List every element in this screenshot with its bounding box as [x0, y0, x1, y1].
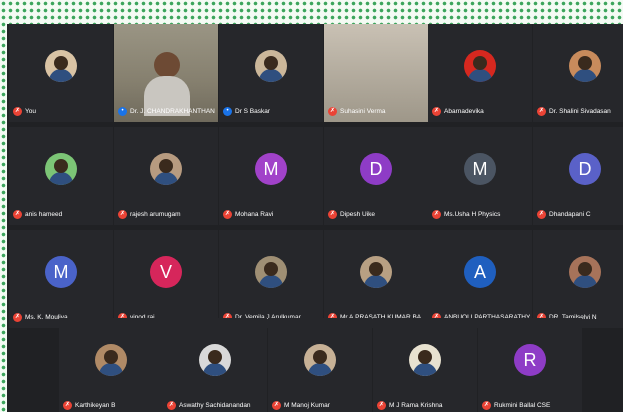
- participant-name: Dr. J. CHANDRAKHANTHAN S...: [130, 108, 216, 115]
- mic-off-icon: ✗: [432, 107, 441, 116]
- avatar-photo: [569, 50, 601, 82]
- participant-label: ✗ rajesh arumugam: [118, 210, 216, 219]
- participant-tile[interactable]: ✗ Suhasini Verma: [324, 24, 428, 122]
- avatar-initial: M: [45, 256, 77, 288]
- avatar-photo: [464, 50, 496, 82]
- participant-label: ✗ Mohana Ravi: [223, 210, 321, 219]
- participant-name: Aswathy Sachidanandan: [179, 402, 251, 409]
- mic-off-icon: ✗: [537, 210, 546, 219]
- participant-name: Dr. Shalini Sivadasan: [549, 108, 611, 115]
- mic-off-icon: ✗: [482, 401, 491, 410]
- participant-label: ✗ Ms.Usha H Physics: [432, 210, 530, 219]
- participant-name: Abarnadevika: [444, 108, 484, 115]
- participant-name: M J Rama Krishna: [389, 402, 443, 409]
- avatar-photo: [150, 153, 182, 185]
- avatar-photo: [304, 344, 336, 376]
- mic-off-icon: ✗: [13, 210, 22, 219]
- avatar-photo: [199, 344, 231, 376]
- participant-tile[interactable]: ✗ anis hameed: [9, 127, 113, 225]
- avatar-initial: M: [464, 153, 496, 185]
- participant-label: ✗ Dipesh Uike: [328, 210, 426, 219]
- mic-off-icon: ✗: [328, 210, 337, 219]
- participant-name: You: [25, 108, 36, 115]
- participant-tile[interactable]: ✗DR. Tamilselvi N: [533, 230, 623, 328]
- mic-on-icon: •: [223, 107, 232, 116]
- participant-label: •Dr. J. CHANDRAKHANTHAN S...: [118, 107, 216, 116]
- mic-off-icon: ✗: [223, 210, 232, 219]
- participant-name: Karthikeyan B: [75, 402, 116, 409]
- participant-label: ✗ M Manoj Kumar: [272, 401, 370, 410]
- participant-tile[interactable]: ✗ Karthikeyan B: [59, 318, 163, 412]
- participant-label: ✗ You: [13, 107, 111, 116]
- participant-label: ✗ anis hameed: [13, 210, 111, 219]
- participant-name: M Manoj Kumar: [284, 402, 330, 409]
- video-person-head: [154, 52, 180, 78]
- participant-label: ✗ Dhandapani C: [537, 210, 623, 219]
- participant-name: Dr S Baskar: [235, 108, 271, 115]
- mic-off-icon: ✗: [432, 210, 441, 219]
- avatar-photo: [255, 256, 287, 288]
- avatar-initial: D: [569, 153, 601, 185]
- participant-label: ✗ Suhasini Verma: [328, 107, 426, 116]
- participant-tile[interactable]: D ✗ Dipesh Uike: [324, 127, 428, 225]
- participant-tile[interactable]: ✗ M J Rama Krishna: [373, 318, 477, 412]
- participant-tile[interactable]: ✗ Aswathy Sachidanandan: [163, 318, 267, 412]
- participant-tile[interactable]: ✗Dr. Vemila J Arulkumar: [219, 230, 323, 328]
- mic-off-icon: ✗: [377, 401, 386, 410]
- participant-label: ✗ Abarnadevika: [432, 107, 530, 116]
- participant-tile[interactable]: M ✗ Ms. K. Mouliya: [9, 230, 113, 328]
- avatar-photo: [45, 153, 77, 185]
- mic-on-icon: •: [118, 107, 127, 116]
- participant-label: ✗ Rukmini Ballal CSE: [482, 401, 580, 410]
- participant-tile[interactable]: R ✗ Rukmini Ballal CSE: [478, 318, 582, 412]
- avatar-photo: [409, 344, 441, 376]
- avatar-photo: [45, 50, 77, 82]
- avatar-photo: [95, 344, 127, 376]
- participant-tile[interactable]: A✗ANBUOLI PARTHASARATHY: [428, 230, 532, 328]
- meeting-grid-view: ✗You•Dr. J. CHANDRAKHANTHAN S...•Dr S Ba…: [7, 24, 623, 412]
- mic-off-icon: ✗: [537, 107, 546, 116]
- participant-label: ✗ M J Rama Krishna: [377, 401, 475, 410]
- mic-off-icon: ✗: [167, 401, 176, 410]
- mic-off-icon: ✗: [63, 401, 72, 410]
- participant-tile[interactable]: •Dr. J. CHANDRAKHANTHAN S...: [114, 24, 218, 122]
- avatar-initial: D: [360, 153, 392, 185]
- participant-name: rajesh arumugam: [130, 211, 181, 218]
- participant-label: ✗ Karthikeyan B: [63, 401, 161, 410]
- participant-name: Ms.Usha H Physics: [444, 211, 501, 218]
- participant-tile[interactable]: D ✗ Dhandapani C: [533, 127, 623, 225]
- participant-label: ✗ Dr. Shalini Sivadasan: [537, 107, 623, 116]
- participant-name: anis hameed: [25, 211, 63, 218]
- participant-tile[interactable]: • Dr S Baskar: [219, 24, 323, 122]
- participant-tile[interactable]: ✗ Dr. Shalini Sivadasan: [533, 24, 623, 122]
- participant-name: Dipesh Uike: [340, 211, 376, 218]
- participant-name: Mohana Ravi: [235, 211, 274, 218]
- mic-off-icon: ✗: [272, 401, 281, 410]
- avatar-initial: V: [150, 256, 182, 288]
- participant-name: Rukmini Ballal CSE: [494, 402, 551, 409]
- participant-label: ✗ Aswathy Sachidanandan: [167, 401, 265, 410]
- participant-tile[interactable]: M ✗ Ms.Usha H Physics: [428, 127, 532, 225]
- participant-tile[interactable]: V✗vinod raj: [114, 230, 218, 328]
- participant-tile[interactable]: ✗ Abarnadevika: [428, 24, 532, 122]
- participant-tile[interactable]: ✗ rajesh arumugam: [114, 127, 218, 225]
- participant-tile[interactable]: ✗Mr.A.PRASATH KUMAR BA: [324, 230, 428, 328]
- participant-name: Dhandapani C: [549, 211, 591, 218]
- participant-label: • Dr S Baskar: [223, 107, 321, 116]
- mic-off-icon: ✗: [328, 107, 337, 116]
- avatar-initial: M: [255, 153, 287, 185]
- participant-tile[interactable]: ✗ M Manoj Kumar: [268, 318, 372, 412]
- mic-off-icon: ✗: [13, 313, 22, 322]
- participant-tile[interactable]: M ✗ Mohana Ravi: [219, 127, 323, 225]
- avatar-photo: [569, 256, 601, 288]
- avatar-initial: A: [464, 256, 496, 288]
- mic-off-icon: ✗: [13, 107, 22, 116]
- participant-tile[interactable]: ✗ You: [9, 24, 113, 122]
- participant-name: Suhasini Verma: [340, 108, 386, 115]
- avatar-photo: [360, 256, 392, 288]
- avatar-initial: R: [514, 344, 546, 376]
- avatar-photo: [255, 50, 287, 82]
- mic-off-icon: ✗: [118, 210, 127, 219]
